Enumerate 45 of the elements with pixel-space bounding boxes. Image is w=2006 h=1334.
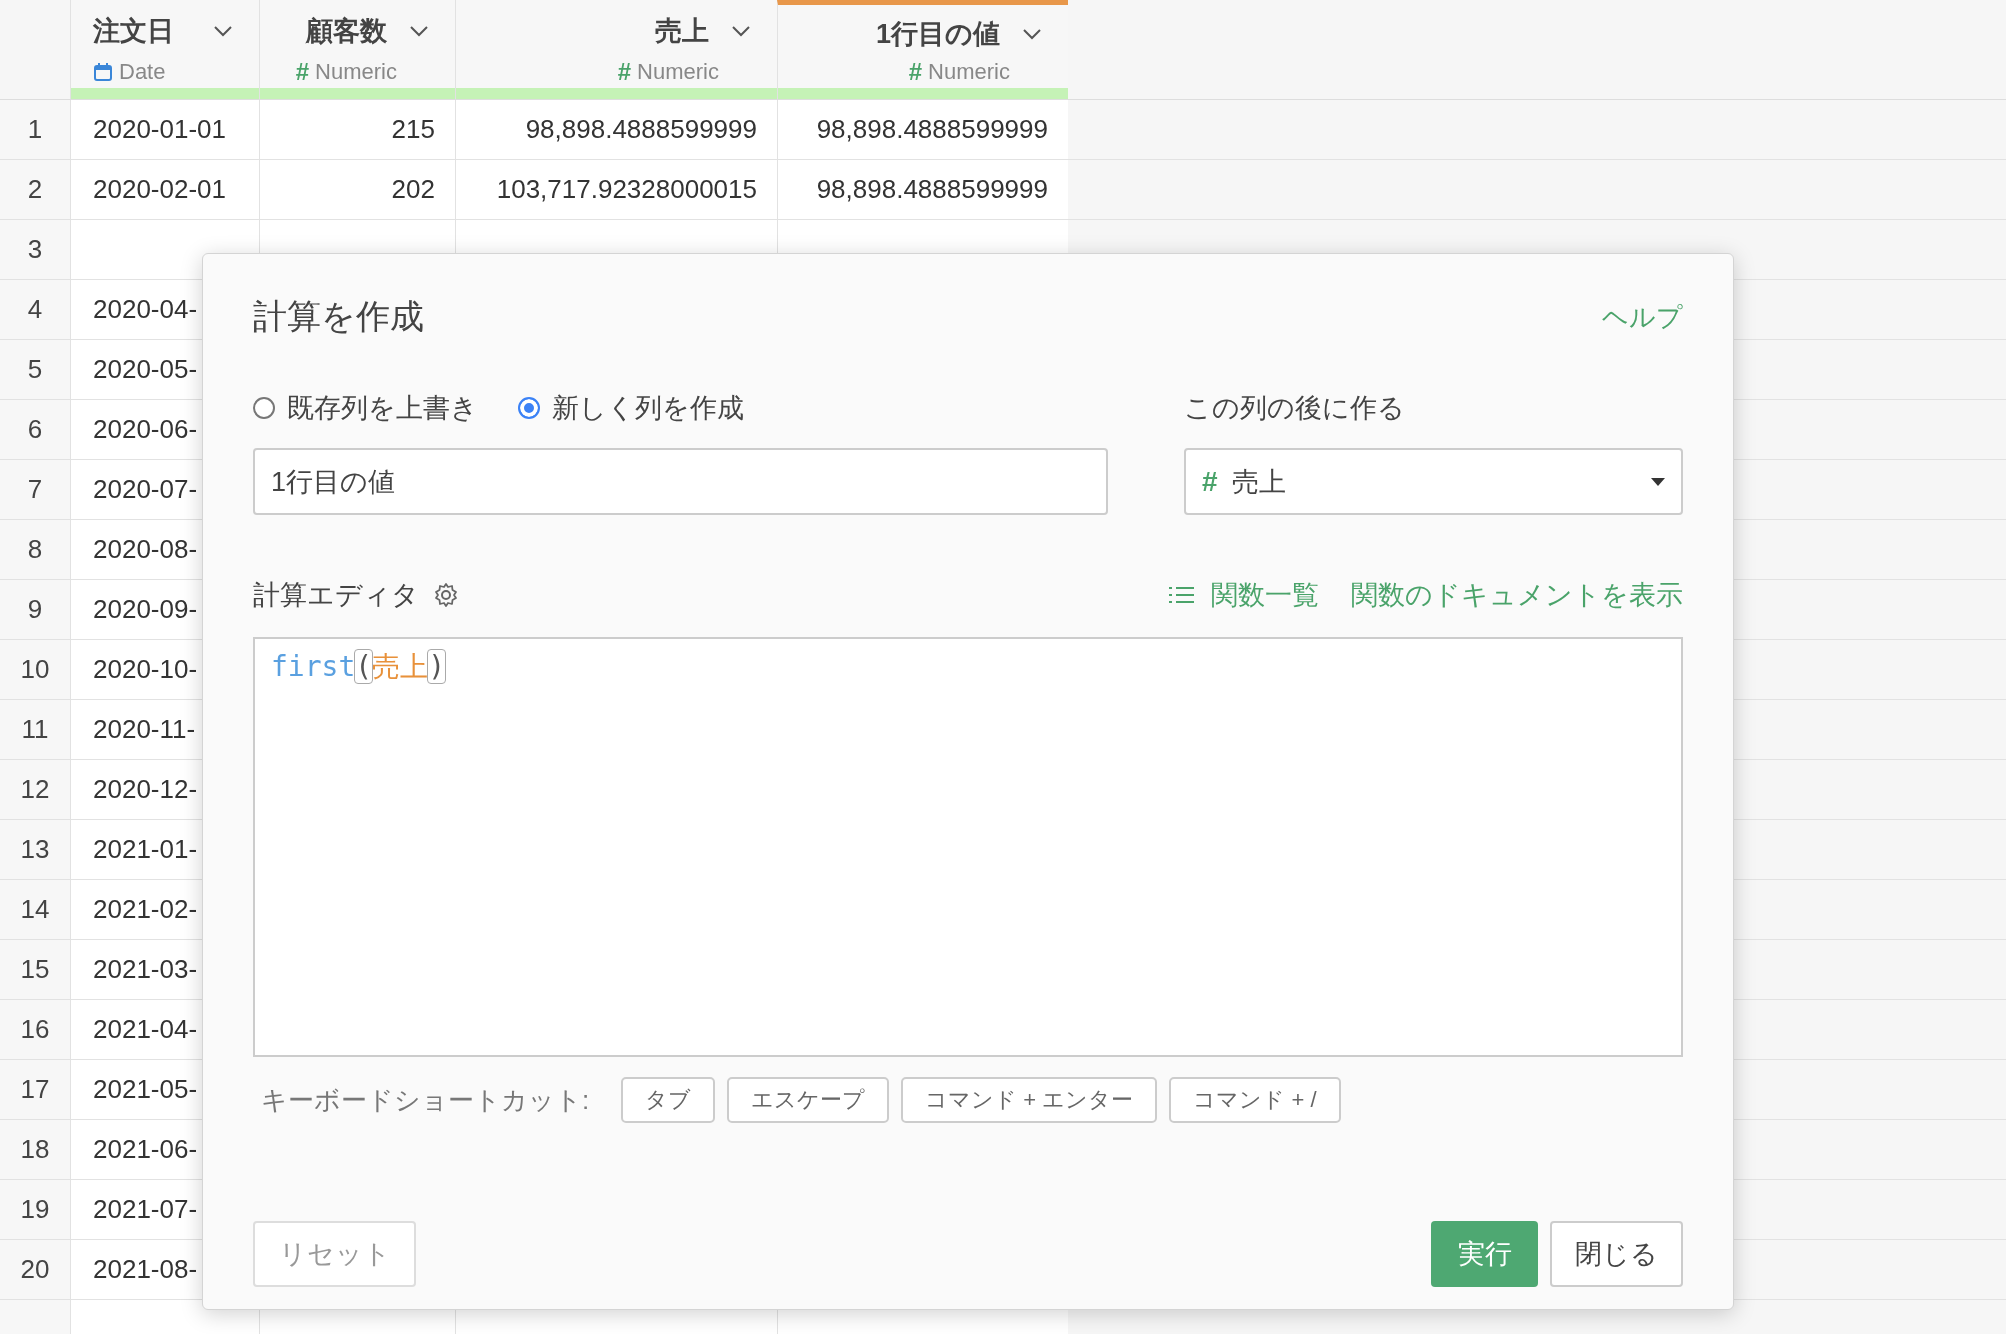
column-header[interactable]: 売上 # Numeric <box>455 0 777 99</box>
shortcut-key: コマンド + / <box>1169 1077 1341 1123</box>
column-name-field[interactable]: 1行目の値 <box>253 448 1108 515</box>
column-title: 売上 <box>655 15 709 48</box>
chevron-down-icon[interactable] <box>731 25 751 37</box>
close-button[interactable]: 閉じる <box>1550 1221 1683 1287</box>
table-cell: 103,717.92328000015 <box>455 160 777 219</box>
type-label: Numeric <box>637 59 719 85</box>
caret-icon <box>1651 477 1665 486</box>
table-cell: 2020-02-01 <box>70 160 259 219</box>
radio-icon[interactable] <box>253 397 275 419</box>
column-header[interactable]: 1行目の値 # Numeric <box>777 0 1068 99</box>
table-cell: 98,898.4888599999 <box>777 100 1068 159</box>
type-label: Numeric <box>315 59 397 85</box>
column-select[interactable]: # 売上 <box>1184 448 1683 515</box>
chevron-down-icon[interactable] <box>409 25 429 37</box>
shortcut-key: タブ <box>621 1077 716 1123</box>
shortcuts-label: キーボードショートカット: <box>261 1083 590 1117</box>
type-label: Date <box>119 59 166 85</box>
type-symbol: # <box>908 58 923 86</box>
column-title: 1行目の値 <box>875 17 1000 51</box>
column-title: 顧客数 <box>306 15 387 48</box>
type-symbol: # <box>295 58 310 86</box>
table-cell: 2020-01-01 <box>70 100 259 159</box>
settings-icon[interactable] <box>433 582 459 608</box>
radio-icon[interactable] <box>518 397 540 419</box>
type-symbol: # <box>617 58 632 86</box>
column-header[interactable]: 顧客数 # Numeric <box>259 0 455 99</box>
column-title: 注文日 <box>93 15 174 48</box>
code-line: first(売上) <box>271 649 445 685</box>
table-cell: 215 <box>259 100 455 159</box>
code-editor[interactable]: first(売上) <box>253 637 1683 1057</box>
radio-option[interactable]: 新しく列を作成 <box>518 390 744 426</box>
chevron-down-icon[interactable] <box>213 25 233 37</box>
calendar-icon <box>93 62 113 82</box>
column-header[interactable]: 注文日 Date <box>70 0 259 99</box>
table-cell: 202 <box>259 160 455 219</box>
table-cell: 98,898.4888599999 <box>777 160 1068 219</box>
list-icon <box>1169 585 1195 605</box>
shortcut-key: エスケープ <box>727 1077 890 1123</box>
type-label: Numeric <box>928 59 1010 85</box>
shortcut-key: コマンド + エンター <box>901 1077 1158 1123</box>
table-cell: 98,898.4888599999 <box>455 100 777 159</box>
field-label: この列の後に作る <box>1184 392 1406 425</box>
chevron-down-icon[interactable] <box>1022 27 1042 40</box>
